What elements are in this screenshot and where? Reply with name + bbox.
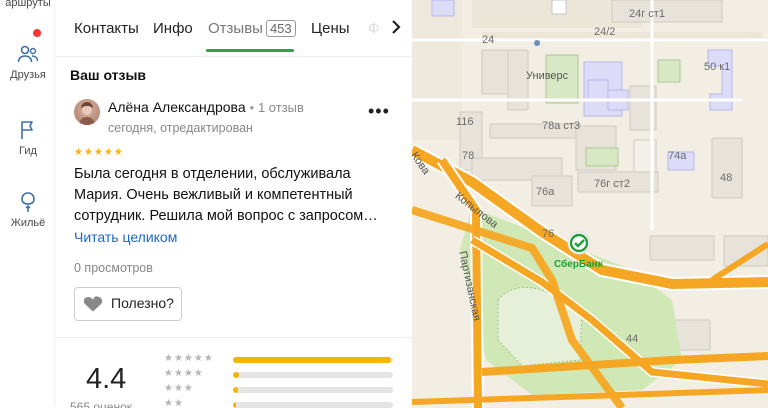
- rating-row-stars: ★★★★: [164, 368, 204, 379]
- useful-label: Полезно?: [111, 295, 174, 311]
- ratings-count: 565 оценок: [70, 400, 132, 408]
- map-label: 44: [626, 333, 639, 345]
- rating-bar-fill: [233, 402, 237, 408]
- rating-row-stars: ★★★: [164, 383, 194, 394]
- map-label: 50 к1: [704, 61, 731, 73]
- map-label: 76: [542, 228, 555, 240]
- review-text: Была сегодня в отделении, обслуживала Ма…: [74, 166, 378, 224]
- flag-icon: [21, 121, 33, 139]
- author-separator: •: [249, 100, 255, 115]
- rating-value: 4.4: [86, 363, 127, 395]
- sberbank-label[interactable]: СберБанк: [554, 259, 603, 270]
- map-label: 116: [456, 116, 474, 128]
- heart-icon: [83, 296, 103, 312]
- review-meta: сегодня, отредактирован: [108, 121, 253, 135]
- rail-label-friends: Друзья: [10, 69, 46, 81]
- map-label: 76г ст2: [594, 178, 630, 190]
- avatar[interactable]: [74, 99, 100, 125]
- tab-contacts[interactable]: Контакты: [74, 20, 139, 37]
- review-author[interactable]: Алёна Александрова • 1 отзыв: [108, 99, 304, 115]
- rail-label-routes: аршруты: [5, 0, 51, 9]
- map-label: 48: [720, 172, 733, 184]
- reviews-count-badge: 453: [265, 20, 296, 37]
- section-title: Ваш отзыв: [70, 67, 147, 83]
- rating-bar: [233, 402, 393, 408]
- chevron-right-icon[interactable]: [388, 18, 404, 36]
- author-reviews-count: 1 отзыв: [257, 100, 304, 115]
- map-label: 24г ст1: [629, 8, 665, 20]
- views-count: 0 просмотров: [74, 261, 153, 275]
- tab-reviews[interactable]: Отзывы 453: [208, 20, 296, 37]
- left-rail: аршруты Друзья Гид Жильё: [0, 0, 57, 408]
- map-label: 78: [462, 150, 475, 162]
- rating-bar: [233, 357, 393, 363]
- friends-icon: [17, 45, 39, 63]
- rail-item-friends[interactable]: Друзья: [0, 42, 56, 81]
- active-tab-indicator: [206, 49, 294, 52]
- more-options-button[interactable]: •••: [368, 102, 390, 120]
- review-stars: ★★★★★: [74, 147, 124, 158]
- map[interactable]: 24г ст1 24 24/2 Универс 50 к1 116 78а ст…: [412, 0, 768, 408]
- rating-bar-fill: [233, 387, 238, 393]
- rail-item-guide[interactable]: Гид: [0, 118, 56, 157]
- map-label: 24: [482, 34, 495, 46]
- rail-item-housing[interactable]: Жильё: [0, 190, 56, 229]
- rating-bar-fill: [233, 357, 392, 363]
- tab-fade: [356, 10, 392, 46]
- rail-label-guide: Гид: [19, 145, 37, 157]
- useful-button[interactable]: Полезно?: [74, 287, 182, 321]
- rating-bar: [233, 387, 393, 393]
- tab-prices[interactable]: Цены: [311, 20, 350, 37]
- rating-bar: [233, 372, 393, 378]
- tree-icon: [21, 192, 35, 212]
- read-more-link[interactable]: Читать целиком: [74, 229, 177, 245]
- rating-row-stars: ★★: [164, 398, 184, 408]
- map-label: 74а: [668, 150, 687, 162]
- tab-reviews-label: Отзывы: [208, 20, 263, 37]
- place-card: Контакты Инфо Отзывы453 Цены Ф Ваш отзыв…: [56, 0, 412, 408]
- map-label: 76а: [536, 186, 555, 198]
- map-label: 24/2: [594, 26, 616, 38]
- section-divider: [56, 337, 412, 338]
- map-label: 78а ст3: [542, 120, 581, 132]
- rating-row-stars: ★★★★★: [164, 353, 214, 364]
- notification-dot: [33, 29, 41, 37]
- rail-label-housing: Жильё: [10, 217, 46, 229]
- tab-info[interactable]: Инфо: [153, 20, 193, 37]
- tab-bar: Контакты Инфо Отзывы453 Цены Ф: [56, 0, 412, 57]
- rail-item-routes[interactable]: аршруты: [0, 0, 56, 9]
- author-name: Алёна Александрова: [108, 99, 246, 115]
- rating-bar-fill: [233, 372, 240, 378]
- map-label: Универс: [526, 70, 569, 82]
